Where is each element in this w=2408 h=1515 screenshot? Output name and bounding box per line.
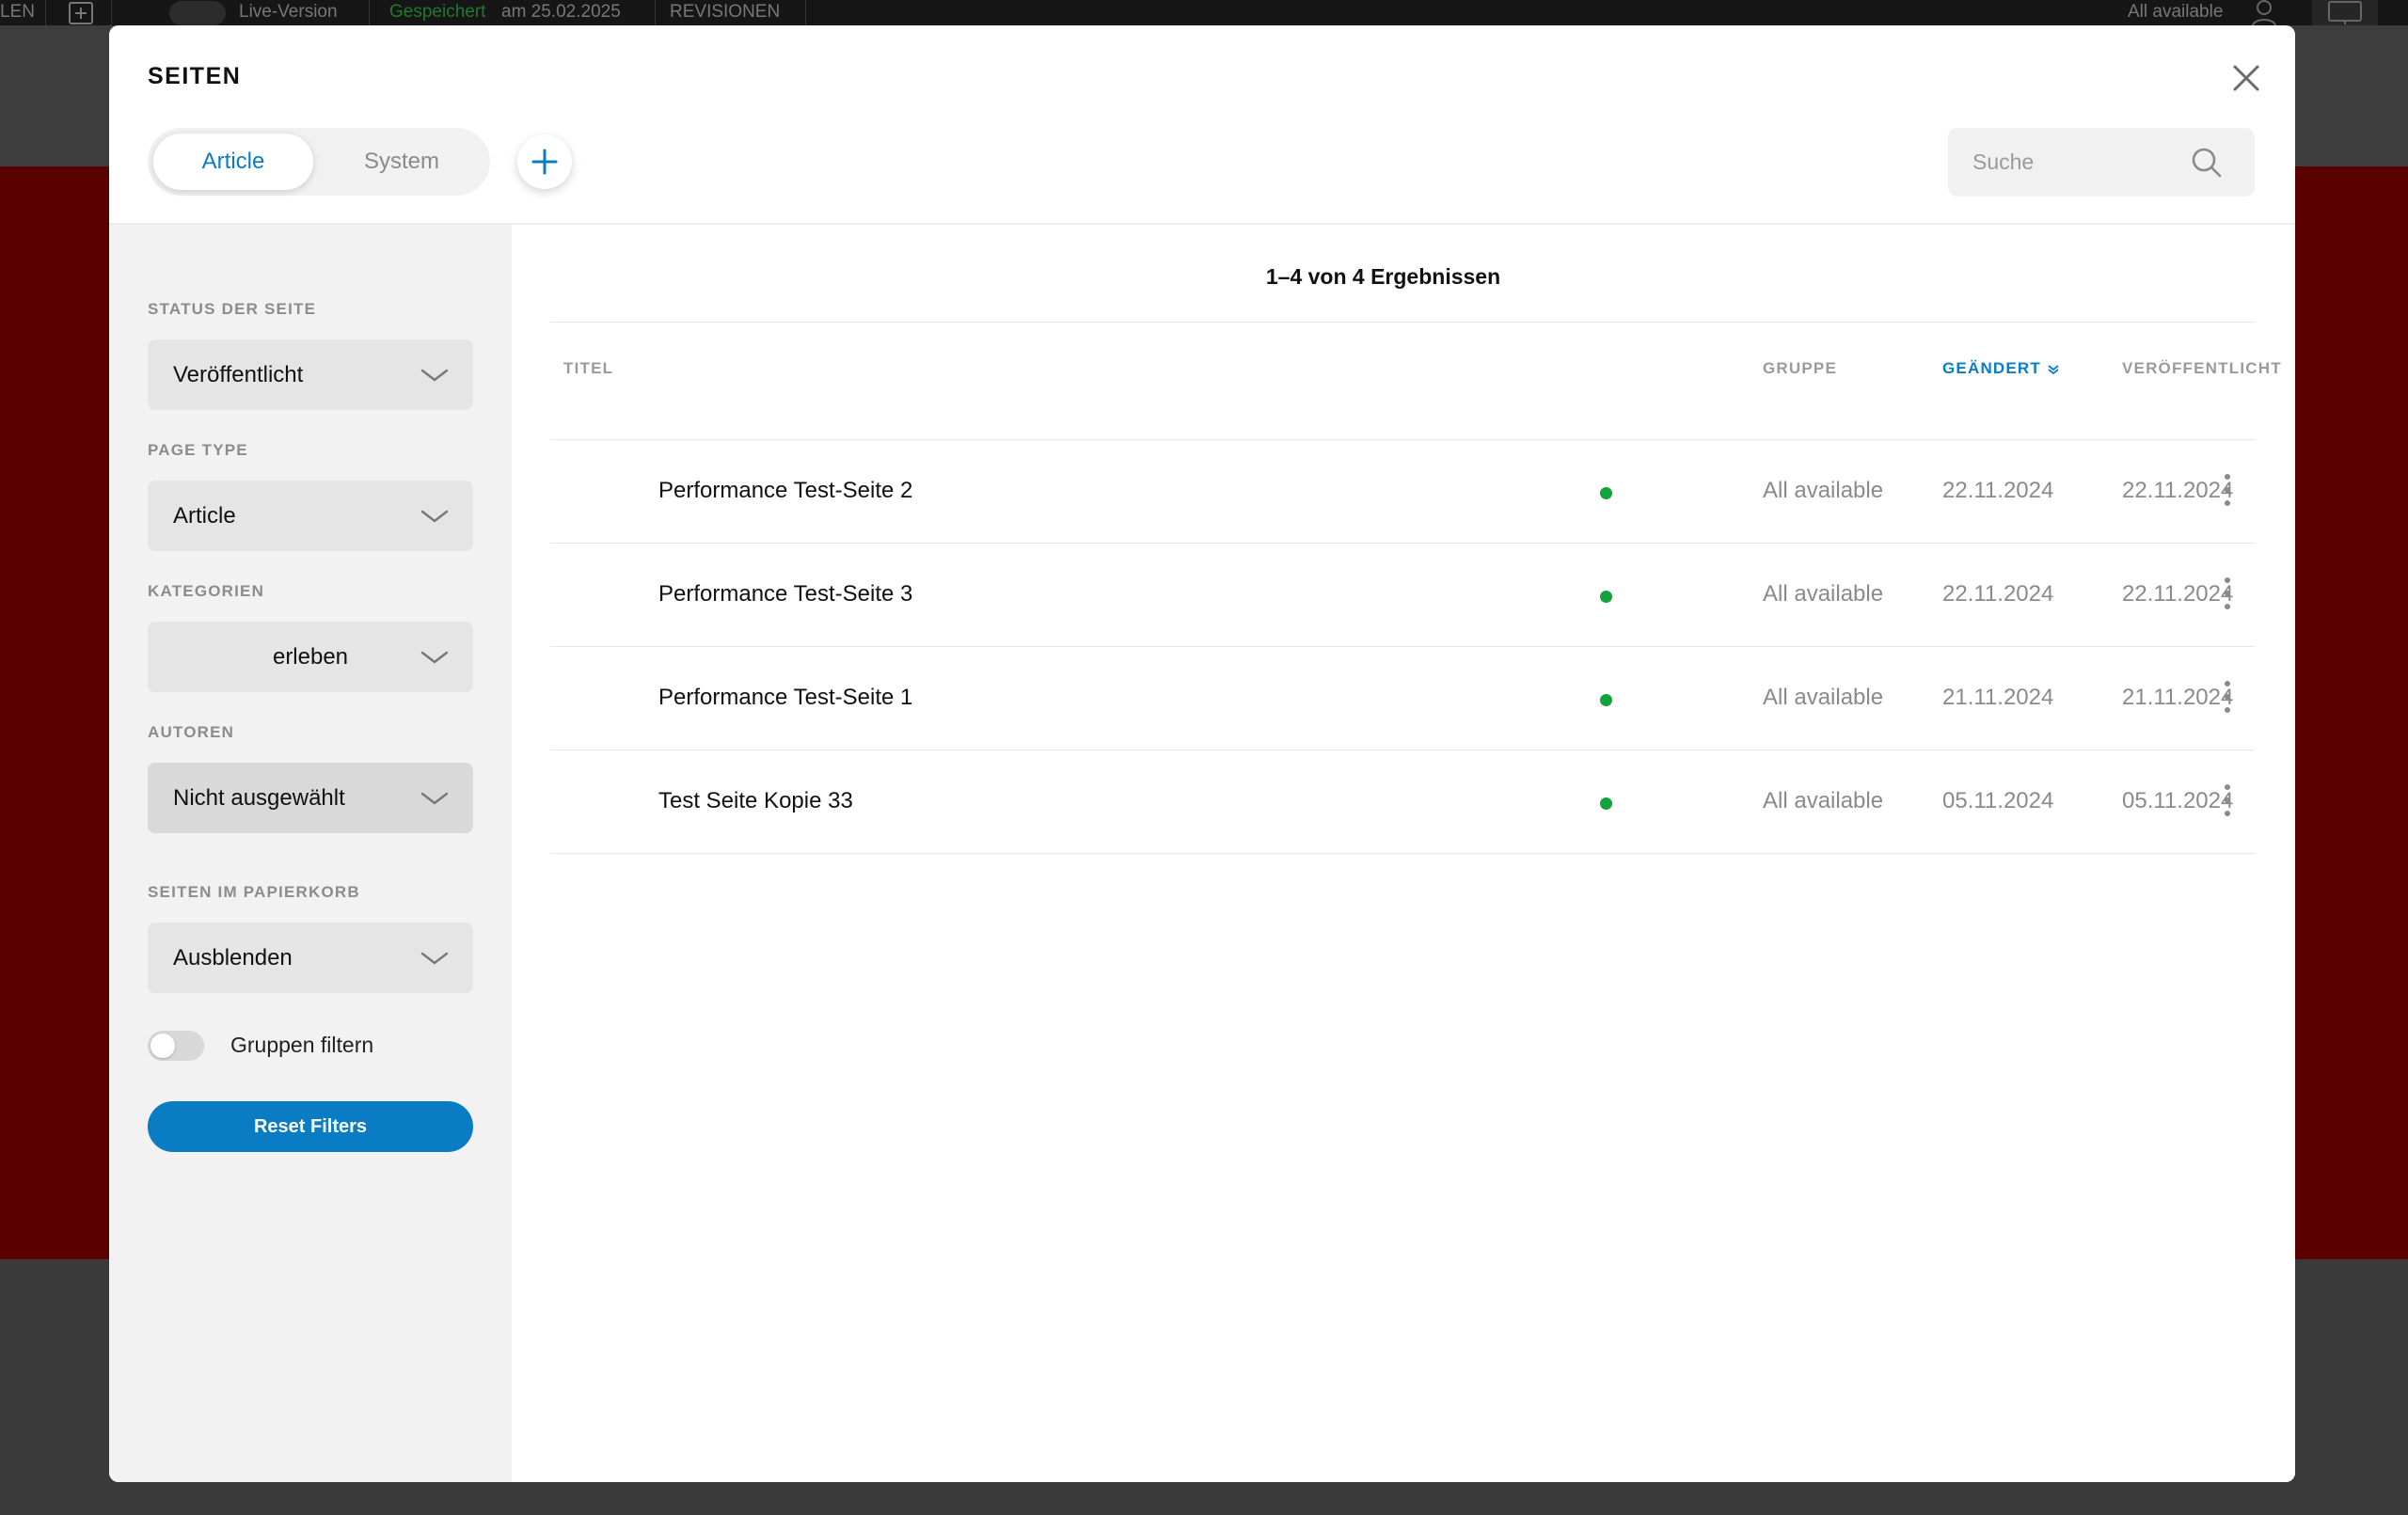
divider <box>550 322 2255 323</box>
close-icon <box>2233 65 2259 91</box>
row-published: 21.11.2024 <box>2122 685 2234 710</box>
status-select-value: Veröffentlicht <box>173 362 304 387</box>
close-button[interactable] <box>2227 59 2265 97</box>
tab-system[interactable]: System <box>319 134 484 190</box>
group-filter-toggle[interactable] <box>148 1031 204 1061</box>
modal-title: SEITEN <box>148 63 242 89</box>
authors-select-value: Nicht ausgewählt <box>173 785 345 811</box>
reset-filters-button[interactable]: Reset Filters <box>148 1101 473 1152</box>
results-panel: 1–4 von 4 Ergebnissen TITEL GRUPPE GEÄND… <box>512 225 2295 1482</box>
topbar-divider <box>111 0 112 25</box>
row-group: All available <box>1763 685 1884 710</box>
row-group: All available <box>1763 788 1884 813</box>
revisions-link[interactable]: REVISIONEN <box>670 2 780 23</box>
topbar-divider <box>369 0 370 25</box>
column-header-changed-label: GEÄNDERT <box>1942 359 2041 377</box>
status-select[interactable]: Veröffentlicht <box>148 339 473 410</box>
more-vertical-icon[interactable] <box>2221 474 2234 506</box>
status-dot <box>1600 591 1612 603</box>
chevron-down-icon <box>420 369 449 382</box>
row-title[interactable]: Test Seite Kopie 33 <box>658 788 853 814</box>
tab-article[interactable]: Article <box>153 134 313 190</box>
group-filter-label: Gruppen filtern <box>230 1033 374 1057</box>
row-title[interactable]: Performance Test-Seite 3 <box>658 581 912 608</box>
status-dot <box>1600 487 1612 499</box>
table-row[interactable]: Test Seite Kopie 33 All available 05.11.… <box>550 750 2255 854</box>
more-vertical-icon[interactable] <box>2221 577 2234 609</box>
live-version-toggle[interactable] <box>169 1 226 25</box>
sort-descending-icon <box>2048 364 2059 374</box>
modal-header: SEITEN Article System <box>109 25 2295 225</box>
row-title[interactable]: Performance Test-Seite 2 <box>658 478 912 504</box>
row-group: All available <box>1763 478 1884 503</box>
column-header-published[interactable]: VERÖFFENTLICHT <box>2122 359 2282 378</box>
search-input[interactable] <box>1948 128 2183 197</box>
plus-icon <box>531 149 558 175</box>
page-type-filter-label: PAGE TYPE <box>148 441 248 459</box>
row-published: 22.11.2024 <box>2122 581 2234 607</box>
preview-device-button[interactable] <box>2312 0 2378 25</box>
status-filter-label: STATUS DER SEITE <box>148 300 317 318</box>
row-changed: 05.11.2024 <box>1942 788 2054 813</box>
status-dot <box>1600 797 1612 810</box>
categories-filter-label: KATEGORIEN <box>148 582 265 600</box>
live-version-label: Live-Version <box>239 2 338 22</box>
categories-select[interactable]: erleben <box>148 622 473 692</box>
trash-select-value: Ausblenden <box>173 945 293 971</box>
topbar-left-text: LEN <box>0 2 35 22</box>
search-box <box>1948 128 2255 197</box>
chevron-down-icon <box>420 952 449 965</box>
filter-sidebar: STATUS DER SEITE Veröffentlicht PAGE TYP… <box>109 225 512 1482</box>
results-summary: 1–4 von 4 Ergebnissen <box>1265 264 1501 289</box>
authors-filter-label: AUTOREN <box>148 723 235 741</box>
column-header-title[interactable]: TITEL <box>563 359 613 378</box>
authors-select[interactable]: Nicht ausgewählt <box>148 763 473 833</box>
more-vertical-icon[interactable] <box>2221 784 2234 816</box>
chevron-down-icon <box>420 792 449 805</box>
status-dot <box>1600 694 1612 706</box>
page-type-select-value: Article <box>173 503 236 529</box>
chevron-down-icon <box>420 651 449 664</box>
row-title[interactable]: Performance Test-Seite 1 <box>658 685 912 711</box>
toggle-knob <box>150 1034 175 1058</box>
topbar-group: All available <box>2128 2 2224 22</box>
app-topbar: LEN Live-Version Gespeichert am 25.02.20… <box>0 0 2408 26</box>
chevron-down-icon <box>420 510 449 523</box>
row-group: All available <box>1763 581 1884 607</box>
topbar-divider <box>805 0 806 25</box>
saved-date: am 25.02.2025 <box>501 2 621 22</box>
add-page-button[interactable] <box>517 134 572 189</box>
table-row[interactable]: Performance Test-Seite 1 All available 2… <box>550 647 2255 750</box>
table-row[interactable]: Performance Test-Seite 3 All available 2… <box>550 544 2255 647</box>
pages-modal: SEITEN Article System STATUS DER SEITE <box>109 25 2295 1482</box>
row-published: 05.11.2024 <box>2122 788 2234 813</box>
trash-filter-label: SEITEN IM PAPIERKORB <box>148 883 360 901</box>
page-type-select[interactable]: Article <box>148 481 473 551</box>
column-header-changed[interactable]: GEÄNDERT <box>1942 359 2060 378</box>
column-header-group[interactable]: GRUPPE <box>1763 359 1837 378</box>
row-changed: 22.11.2024 <box>1942 581 2054 607</box>
topbar-divider <box>45 0 46 25</box>
row-published: 22.11.2024 <box>2122 478 2234 503</box>
trash-select[interactable]: Ausblenden <box>148 923 473 993</box>
more-vertical-icon[interactable] <box>2221 681 2234 713</box>
row-changed: 21.11.2024 <box>1942 685 2054 710</box>
row-changed: 22.11.2024 <box>1942 478 2054 503</box>
page-type-tabs: Article System <box>148 128 490 196</box>
topbar-divider <box>655 0 656 25</box>
table-row[interactable]: Performance Test-Seite 2 All available 2… <box>550 440 2255 544</box>
search-icon[interactable] <box>2191 147 2223 179</box>
saved-status: Gespeichert <box>389 2 486 22</box>
